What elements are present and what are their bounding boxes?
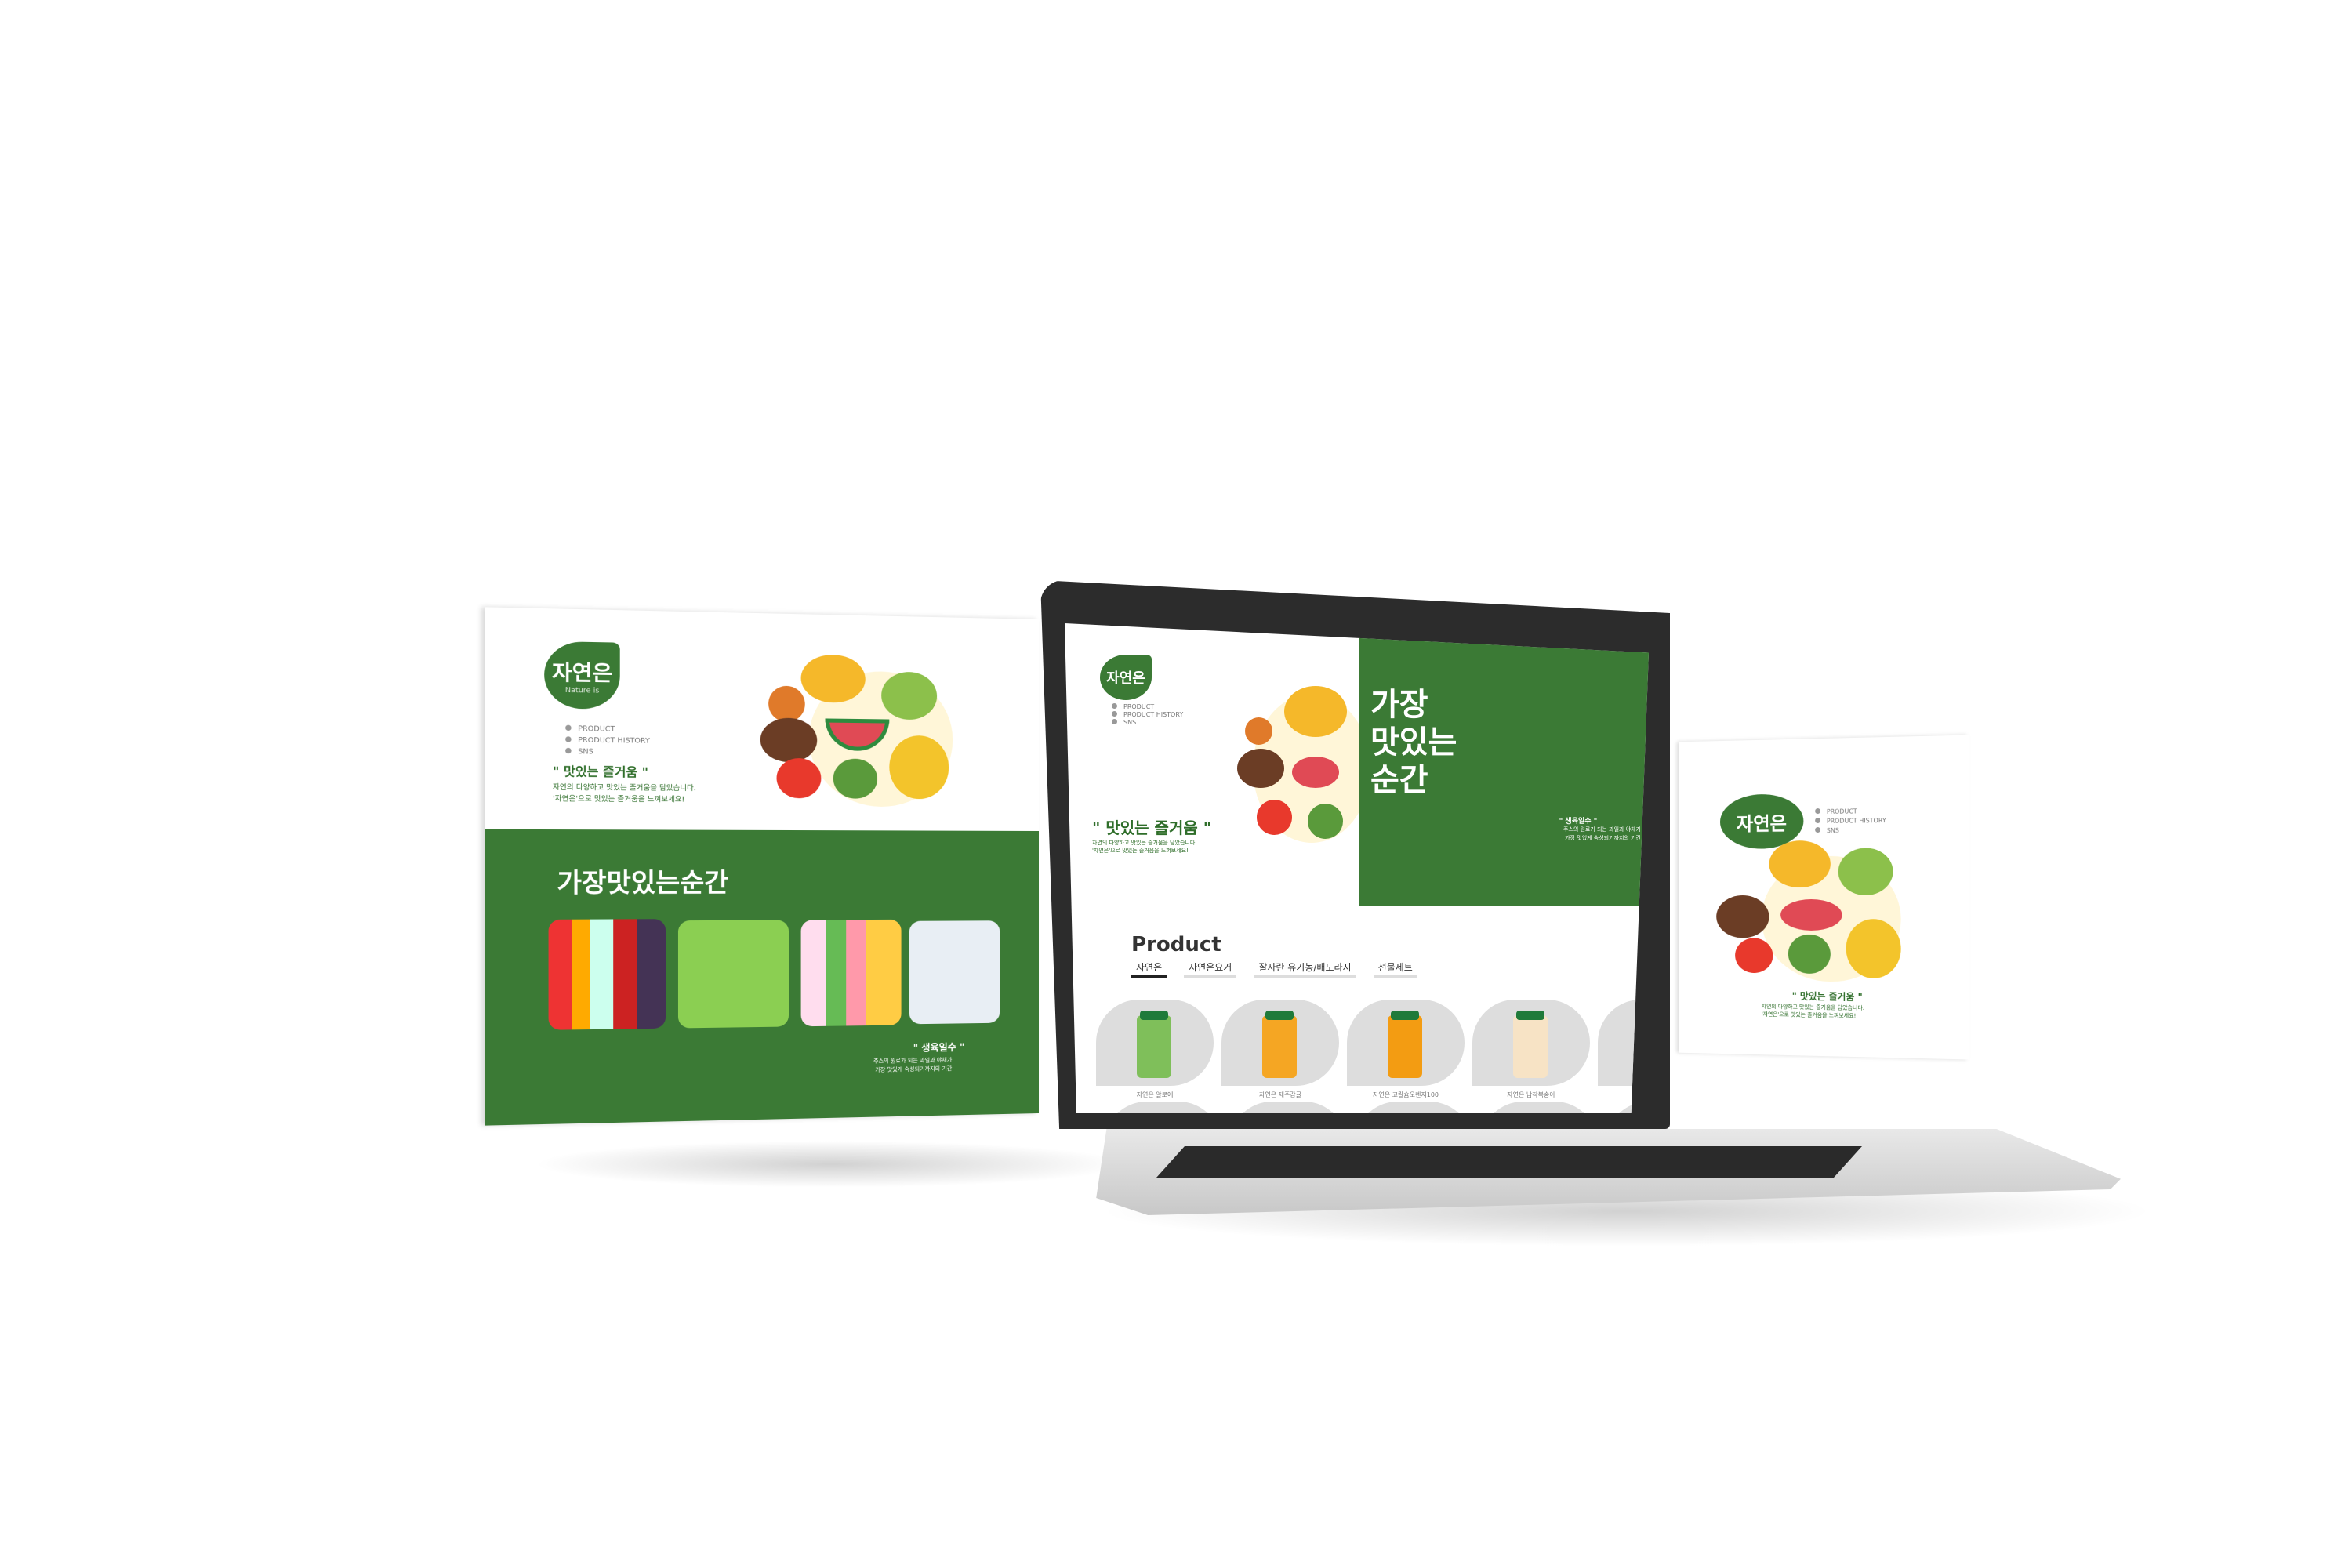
product-name: 자연은 알로에	[1096, 1091, 1214, 1099]
right-page-mockup: 자연은 PRODUCT PRODUCT HISTORY SNS " 맛있는 즐거…	[1679, 735, 1969, 1060]
hero-title-line: 가장	[1370, 686, 1457, 724]
product-name: 자연은 제주감귤	[1221, 1091, 1339, 1099]
nav-menu: PRODUCT PRODUCT HISTORY SNS	[1815, 807, 1886, 836]
nav-item-sns[interactable]: SNS	[1815, 826, 1886, 836]
saying-desc: 주스의 원료가 되는 과일과 야채가 가장 맛있게 숙성되기까지의 기간	[1508, 826, 1641, 843]
nav-menu: PRODUCT PRODUCT HISTORY SNS	[1112, 703, 1183, 727]
photo-tile[interactable]	[678, 920, 789, 1029]
product-tabs: 자연은 자연은요거 잘자란 유기농/배도라지 선물세트	[1131, 960, 1417, 978]
hero-green-block: 가장 맛있는 순간 " 생육일수 " 주스의 원료가 되는 과일과 야채가 가장 …	[1359, 623, 1649, 906]
green-band: 가장맛있는순간 " 생육일수 " 주스의 원료가 되는 과일과 야채가 가장 맛있…	[485, 829, 1039, 1126]
hero-title-line: 순간	[1370, 761, 1457, 799]
brand-logo[interactable]: 자연은	[1100, 655, 1152, 700]
intro-quote: " 맛있는 즐거움 "	[553, 762, 648, 780]
fruit-illustration	[1716, 840, 1933, 991]
intro-desc: 자연의 다양하고 맛있는 즐거움을 담았습니다. '자연은'으로 맛있는 즐거움을…	[1762, 1003, 1864, 1020]
product-image	[1137, 1015, 1171, 1078]
product-heading: Product	[1131, 933, 1221, 956]
nav-item-sns[interactable]: SNS	[565, 746, 650, 759]
fruit-illustration	[1237, 678, 1370, 843]
saying-line: 주스의 원료가 되는 과일과 야채가	[1508, 826, 1641, 834]
intro-desc: 자연의 다양하고 맛있는 즐거움을 담았습니다. '자연은'으로 맛있는 즐거움을…	[553, 782, 696, 806]
product-image	[1513, 1015, 1548, 1078]
intro-desc: 자연의 다양하고 맛있는 즐거움을 담았습니다. '자연은'으로 맛있는 즐거움을…	[1092, 839, 1197, 855]
product-card[interactable]	[1355, 1102, 1472, 1113]
intro-quote: " 맛있는 즐거움 "	[1792, 989, 1863, 1003]
hero-title: 가장맛있는순간	[557, 862, 728, 900]
photo-tile[interactable]	[801, 920, 902, 1026]
tab-organic[interactable]: 잘자란 유기농/배도라지	[1254, 960, 1356, 978]
intro-line: 자연의 다양하고 맛있는 즐거움을 담았습니다.	[1092, 839, 1197, 847]
product-card[interactable]	[1104, 1102, 1221, 1113]
product-image	[1388, 1015, 1422, 1078]
panel-shadow	[533, 1141, 1129, 1188]
tab-jayeoneun[interactable]: 자연은	[1131, 960, 1167, 978]
product-card[interactable]	[1480, 1102, 1598, 1113]
product-card[interactable]	[1096, 1000, 1214, 1086]
saying-quote: " 생육일수 "	[913, 1040, 965, 1054]
intro-line: '자연은'으로 맛있는 즐거움을 느껴보세요!	[1762, 1011, 1864, 1020]
product-card[interactable]	[1347, 1000, 1465, 1086]
intro-quote: " 맛있는 즐거움 "	[1092, 815, 1211, 838]
intro-line: '자연은'으로 맛있는 즐거움을 느껴보세요!	[1092, 847, 1197, 855]
hero-title: 가장 맛있는 순간	[1370, 686, 1457, 799]
product-name: 자연은 고칼슘오렌지100	[1347, 1091, 1465, 1099]
nav-item-product[interactable]: PRODUCT	[565, 724, 650, 736]
intro-line: '자연은'으로 맛있는 즐거움을 느껴보세요!	[553, 793, 696, 806]
brand-logo[interactable]: 자연은 Nature is	[544, 641, 620, 710]
tab-gift-set[interactable]: 선물세트	[1374, 960, 1417, 978]
nav-item-history[interactable]: PRODUCT HISTORY	[1112, 711, 1183, 719]
fruit-illustration	[760, 653, 969, 815]
intro-line: 자연의 다양하고 맛있는 즐거움을 담았습니다.	[553, 782, 696, 795]
logo-subtext: Nature is	[565, 686, 600, 695]
product-name: 자연은 납작복숭아	[1472, 1091, 1590, 1099]
saying-quote: " 생육일수 "	[1515, 815, 1641, 826]
logo-text: 자연은	[1106, 667, 1145, 688]
hero-title-line: 맛있는	[1370, 724, 1457, 761]
nav-item-history[interactable]: PRODUCT HISTORY	[565, 735, 650, 747]
photo-tile[interactable]	[549, 919, 666, 1030]
saying-line: 가장 맛있게 숙성되기까지의 기간	[873, 1065, 952, 1075]
nav-item-sns[interactable]: SNS	[1112, 719, 1183, 727]
saying-line: 가장 맛있게 숙성되기까지의 기간	[1508, 834, 1641, 843]
laptop-screen: 자연은 PRODUCT PRODUCT HISTORY SNS 가장 맛있는 순…	[1065, 623, 1649, 1113]
product-card[interactable]	[1472, 1000, 1590, 1086]
logo-text: 자연은	[1737, 808, 1787, 835]
product-image	[1262, 1015, 1297, 1078]
product-card[interactable]	[1221, 1000, 1339, 1086]
keyboard	[1156, 1146, 1862, 1178]
saying-desc: 주스의 원료가 되는 과일과 야채가 가장 맛있게 숙성되기까지의 기간	[873, 1056, 952, 1075]
tab-yogurt[interactable]: 자연은요거	[1184, 960, 1236, 978]
photo-tile[interactable]	[909, 920, 1000, 1024]
nav-item-product[interactable]: PRODUCT	[1112, 703, 1183, 711]
nav-item-product[interactable]: PRODUCT	[1815, 807, 1886, 817]
left-page-mockup: 자연은 Nature is PRODUCT PRODUCT HISTORY SNS…	[485, 607, 1039, 1125]
product-card[interactable]	[1229, 1102, 1347, 1113]
logo-text: 자연은	[552, 655, 612, 687]
nav-menu: PRODUCT PRODUCT HISTORY SNS	[565, 724, 650, 759]
nav-item-history[interactable]: PRODUCT HISTORY	[1815, 816, 1886, 826]
